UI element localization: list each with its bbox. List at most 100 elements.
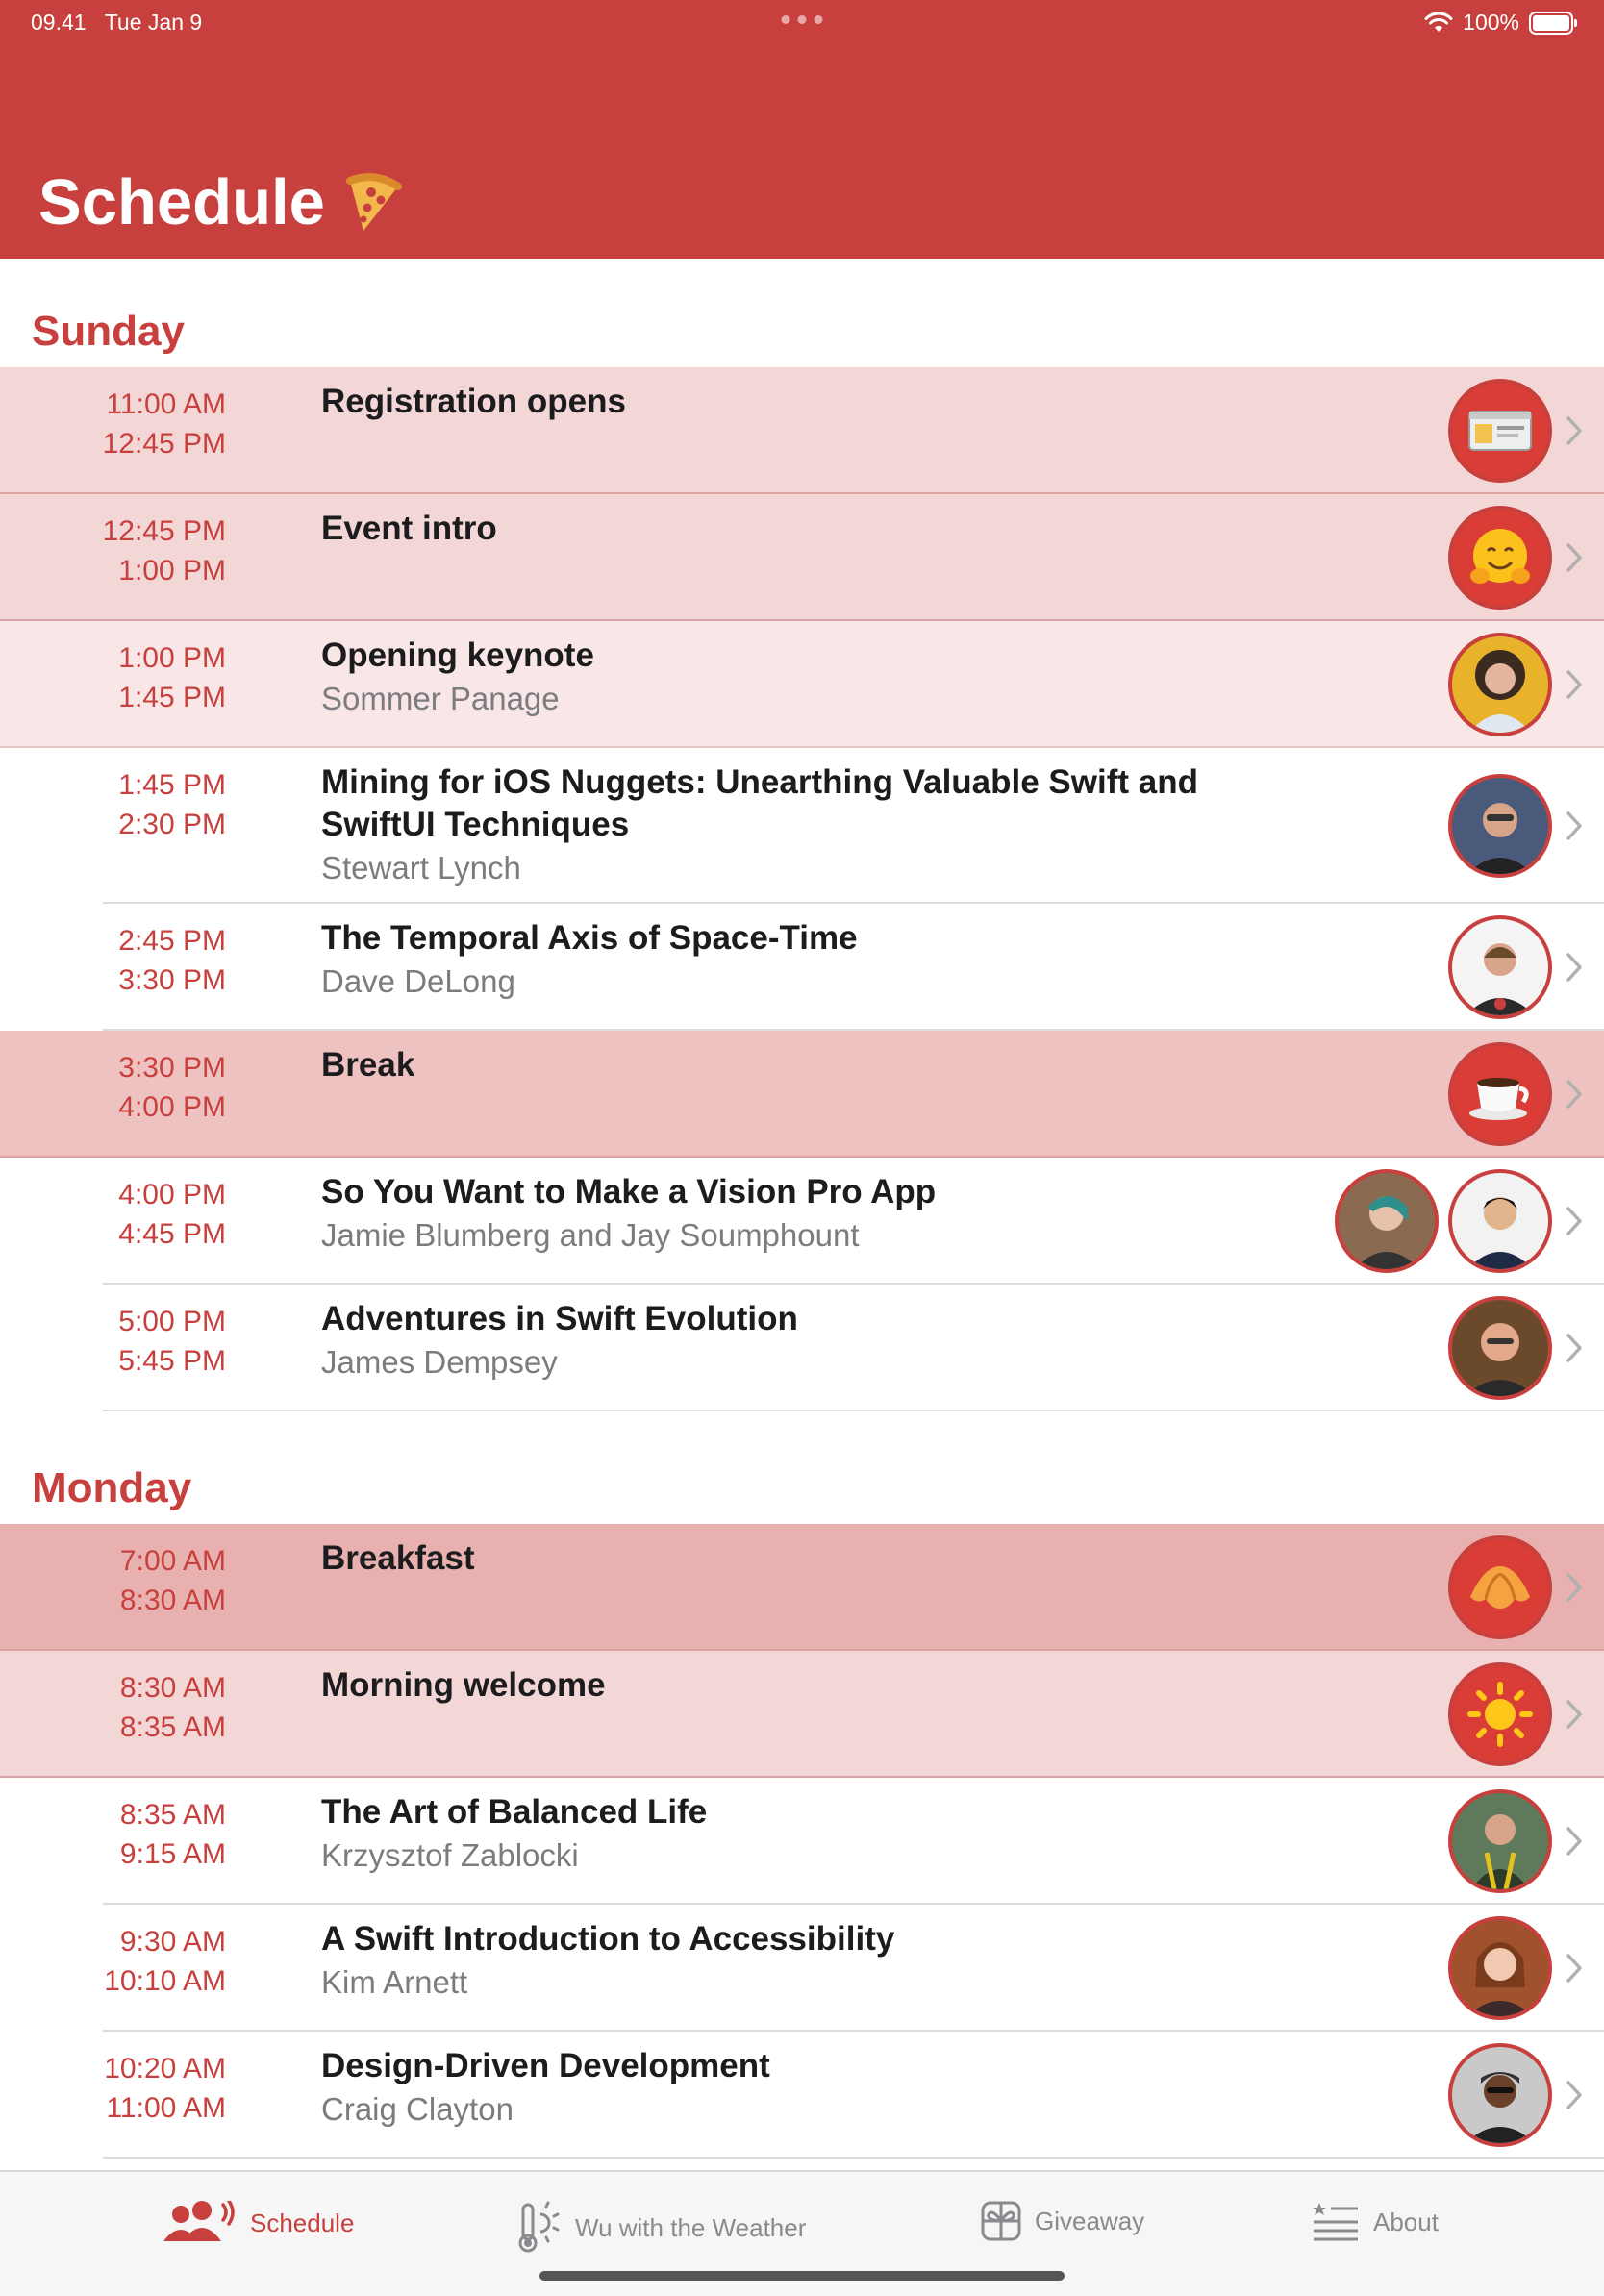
session-info: Mining for iOS Nuggets: Unearthing Valua… <box>321 761 1206 890</box>
start-time: 12:45 PM <box>102 515 226 547</box>
chevron-right-icon <box>1566 1080 1582 1109</box>
session-avatars <box>1448 1789 1552 1893</box>
session-times: 10:20 AM 11:00 AM <box>38 2049 226 2128</box>
session-title: Morning welcome <box>321 1666 606 1704</box>
session-title: The Art of Balanced Life <box>321 1793 708 1831</box>
session-times: 3:30 PM 4:00 PM <box>38 1048 226 1127</box>
session-row[interactable]: 1:45 PM 2:30 PM Mining for iOS Nuggets: … <box>0 748 1604 904</box>
speaker-photo <box>1448 915 1552 1019</box>
chevron-right-icon <box>1566 1700 1582 1729</box>
session-row[interactable]: 5:00 PM 5:45 PM Adventures in Swift Evol… <box>0 1285 1604 1411</box>
chevron-right-icon <box>1566 1207 1582 1235</box>
session-row[interactable]: 10:20 AM 11:00 AM Design-Driven Developm… <box>0 2032 1604 2159</box>
session-speaker: Stewart Lynch <box>321 850 521 886</box>
end-time: 5:45 PM <box>118 1345 226 1377</box>
end-time: 1:45 PM <box>118 682 226 713</box>
session-info: The Art of Balanced Life Krzysztof Zablo… <box>321 1791 1187 1878</box>
speaker-photo <box>1448 1296 1552 1400</box>
session-avatars <box>1448 506 1552 610</box>
day-header-monday: Monday <box>0 1415 1604 1524</box>
tab-weather[interactable]: Wu with the Weather <box>517 2201 806 2255</box>
tab-about[interactable]: About <box>1312 2201 1439 2243</box>
chevron-right-icon <box>1566 1954 1582 1983</box>
session-row[interactable]: 8:30 AM 8:35 AM Morning welcome <box>0 1651 1604 1778</box>
nav-header: 09.41 Tue Jan 9 100% Schedule <box>0 0 1604 259</box>
session-avatars <box>1448 1296 1552 1400</box>
coffee-icon <box>1448 1042 1552 1146</box>
thermometer-sun-icon <box>518 2201 560 2253</box>
row-divider <box>103 1410 1604 1411</box>
battery-percent: 100% <box>1463 10 1519 35</box>
home-indicator[interactable] <box>539 2271 1065 2281</box>
session-avatars <box>1448 1042 1552 1146</box>
speaker-photo <box>1448 1169 1552 1273</box>
chevron-right-icon <box>1566 543 1582 572</box>
session-title: Breakfast <box>321 1539 475 1577</box>
session-avatars <box>1448 633 1552 736</box>
session-speaker: Craig Clayton <box>321 2091 514 2127</box>
session-speaker: James Dempsey <box>321 1344 558 1380</box>
session-row[interactable]: 7:00 AM 8:30 AM Breakfast <box>0 1524 1604 1651</box>
session-title: Registration opens <box>321 383 626 420</box>
chevron-right-icon <box>1566 416 1582 445</box>
tab-schedule[interactable]: Schedule <box>160 2201 354 2245</box>
session-info: So You Want to Make a Vision Pro App Jam… <box>321 1171 1187 1258</box>
chevron-right-icon <box>1566 953 1582 982</box>
session-row[interactable]: 2:45 PM 3:30 PM The Temporal Axis of Spa… <box>0 904 1604 1031</box>
session-info: Adventures in Swift Evolution James Demp… <box>321 1298 1187 1385</box>
session-info: Break <box>321 1044 1187 1086</box>
session-title: Event intro <box>321 510 497 547</box>
status-bar: 09.41 Tue Jan 9 100% <box>31 10 1577 37</box>
session-info: Design-Driven Development Craig Clayton <box>321 2045 1187 2132</box>
status-time: 09.41 Tue Jan 9 <box>31 10 202 36</box>
session-row[interactable]: 1:00 PM 1:45 PM Opening keynote Sommer P… <box>0 621 1604 748</box>
session-speaker: Dave DeLong <box>321 963 515 999</box>
start-time: 3:30 PM <box>118 1052 226 1084</box>
session-title: The Temporal Axis of Space-Time <box>321 919 858 957</box>
session-avatars <box>1448 774 1552 878</box>
session-avatars <box>1448 379 1552 483</box>
session-row[interactable]: 11:00 AM 12:45 PM Registration opens <box>0 367 1604 494</box>
start-time: 1:00 PM <box>118 642 226 674</box>
session-times: 9:30 AM 10:10 AM <box>38 1922 226 2001</box>
session-title: So You Want to Make a Vision Pro App <box>321 1173 937 1210</box>
tab-label: Schedule <box>250 2208 355 2237</box>
multitasking-dots-icon[interactable] <box>781 15 823 24</box>
tab-giveaway[interactable]: Giveaway <box>981 2201 1144 2241</box>
end-time: 12:45 PM <box>102 428 226 460</box>
session-row[interactable]: 4:00 PM 4:45 PM So You Want to Make a Vi… <box>0 1158 1604 1285</box>
session-row[interactable]: 3:30 PM 4:00 PM Break <box>0 1031 1604 1158</box>
about-list-icon <box>1313 2203 1358 2241</box>
session-row[interactable]: 12:45 PM 1:00 PM Event intro <box>0 494 1604 621</box>
croissant-icon <box>1448 1535 1552 1639</box>
title-row: Schedule <box>38 165 402 239</box>
session-speaker: Sommer Panage <box>321 681 560 716</box>
speaker-photo <box>1448 2043 1552 2147</box>
tab-label: Giveaway <box>1035 2206 1145 2235</box>
page-title: Schedule <box>38 166 325 238</box>
session-avatars <box>1448 2043 1552 2147</box>
session-title: Design-Driven Development <box>321 2047 770 2084</box>
speaker-photo <box>1448 774 1552 878</box>
chevron-right-icon <box>1566 1827 1582 1856</box>
start-time: 4:00 PM <box>118 1179 226 1210</box>
end-time: 2:30 PM <box>118 809 226 840</box>
session-row[interactable]: 9:30 AM 10:10 AM A Swift Introduction to… <box>0 1905 1604 2032</box>
session-info: Opening keynote Sommer Panage <box>321 635 1187 721</box>
session-title: Opening keynote <box>321 636 594 674</box>
session-avatars <box>1448 1535 1552 1639</box>
session-row[interactable]: 8:35 AM 9:15 AM The Art of Balanced Life… <box>0 1778 1604 1905</box>
session-times: 4:00 PM 4:45 PM <box>38 1175 226 1254</box>
session-times: 8:35 AM 9:15 AM <box>38 1795 226 1874</box>
clock-time: 09.41 <box>31 10 87 35</box>
tab-label: Wu with the Weather <box>575 2212 807 2242</box>
session-times: 7:00 AM 8:30 AM <box>38 1541 226 1620</box>
wifi-icon <box>1424 12 1453 32</box>
start-time: 11:00 AM <box>106 388 226 420</box>
session-times: 2:45 PM 3:30 PM <box>38 921 226 1000</box>
end-time: 1:00 PM <box>118 555 226 586</box>
speaker-photo <box>1448 1789 1552 1893</box>
start-time: 8:30 AM <box>119 1672 226 1704</box>
schedule-list[interactable]: Sunday 11:00 AM 12:45 PM Registration op… <box>0 259 1604 2285</box>
session-avatars <box>1448 915 1552 1019</box>
